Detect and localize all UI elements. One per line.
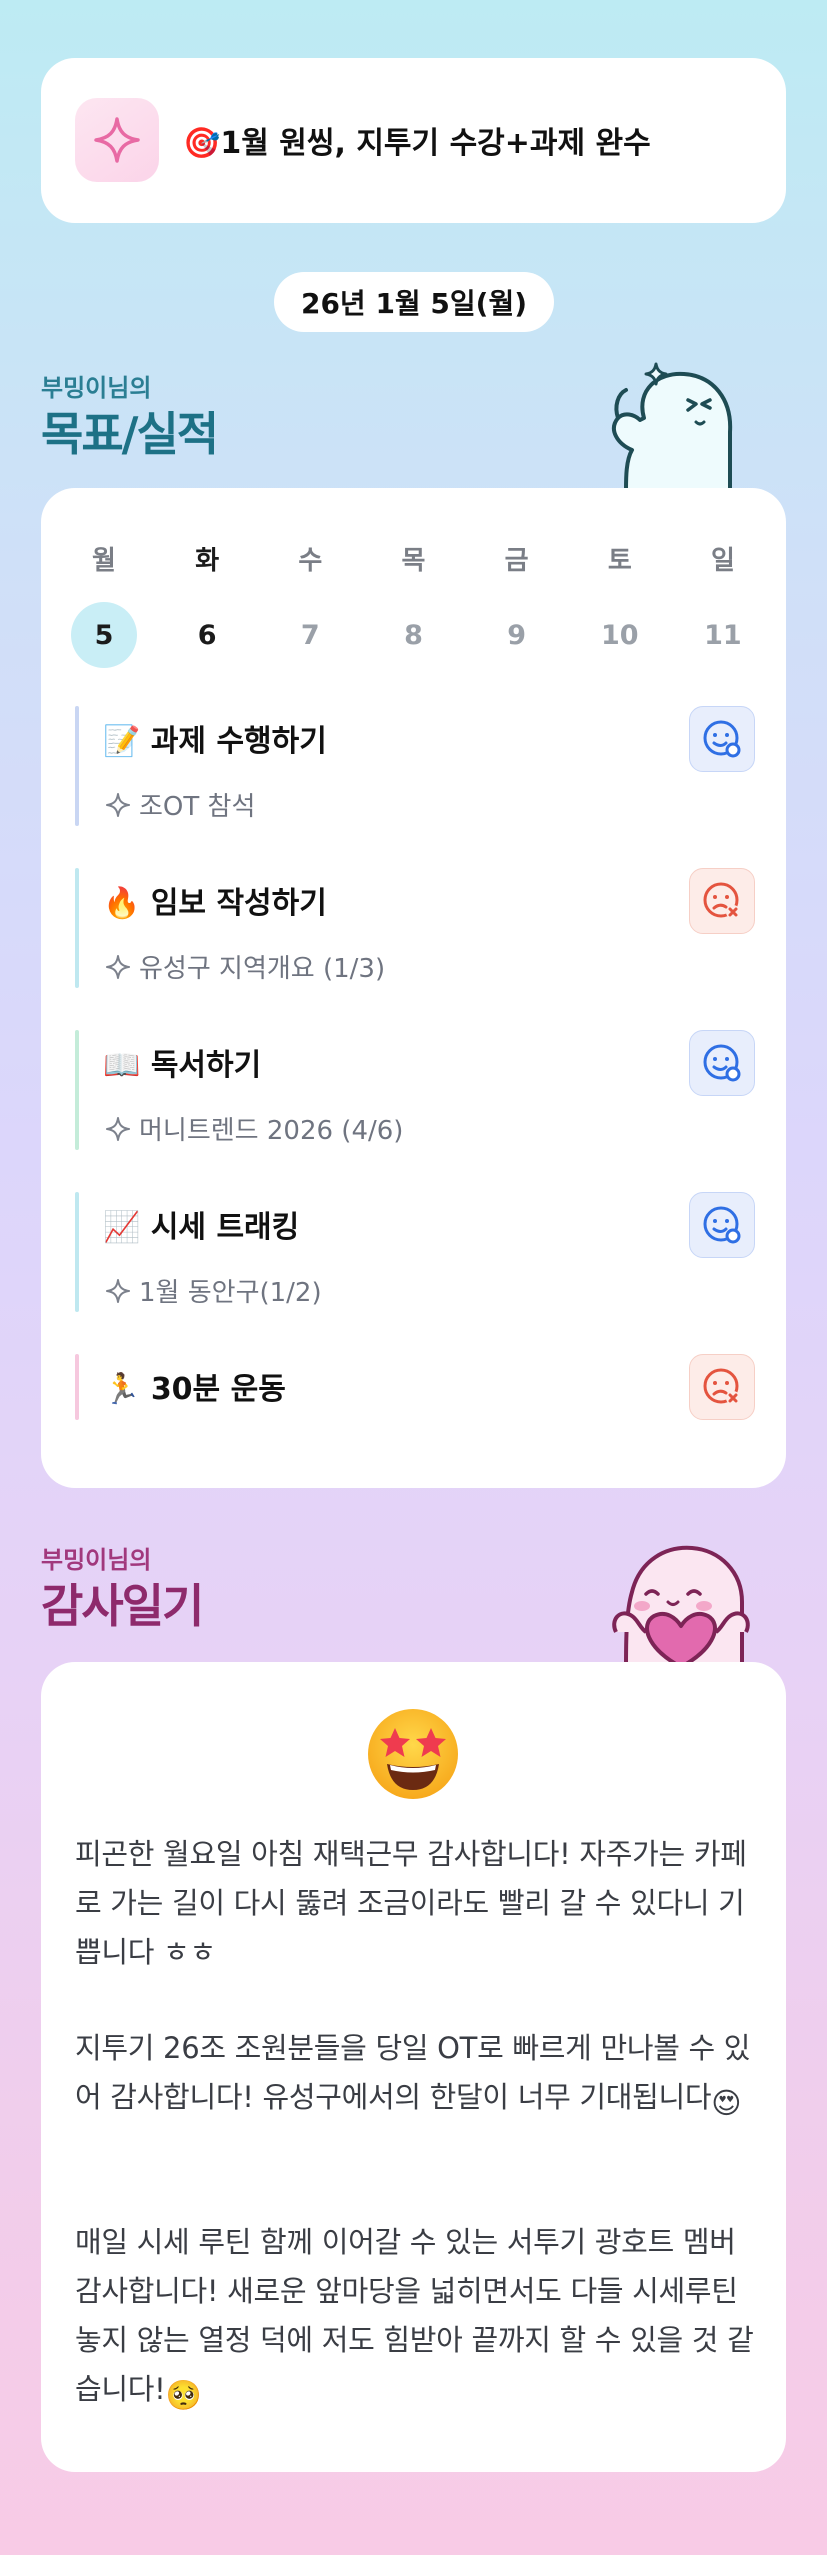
gratitude-entry: 지투기 26조 조원분들을 당일 OT로 빠르게 만나볼 수 있어 감사합니다!…: [75, 2024, 755, 2128]
small-sparkle-icon: [105, 1116, 131, 1142]
date-selector[interactable]: 26년 1월 5일(월): [274, 272, 554, 332]
task-title: 📝 과제 수행하기: [103, 724, 327, 759]
pleading-face-emoji: 🥺: [165, 2378, 202, 2412]
pink-ghost-mascot: [612, 1545, 750, 1667]
frown-x-icon[interactable]: [689, 868, 755, 934]
task-item[interactable]: 📖 독서하기 머니트렌드 2026 (4/6): [75, 1030, 755, 1150]
day-fri[interactable]: 금 9: [484, 540, 550, 668]
goals-section-title: 목표/실적: [41, 407, 219, 461]
goal-card[interactable]: 🎯1월 원씽, 지투기 수강+과제 완수: [41, 58, 786, 223]
task-title: 🔥 임보 작성하기: [103, 886, 327, 921]
day-tue[interactable]: 화 6: [174, 540, 240, 668]
task-detail: 유성구 지역개요 (1/3): [105, 948, 385, 985]
smile-check-icon[interactable]: [689, 706, 755, 772]
day-number-selected: 5: [71, 602, 137, 668]
day-sat[interactable]: 토 10: [587, 540, 653, 668]
gratitude-entry: 피곤한 월요일 아침 재택근무 감사합니다! 자주가는 카페로 가는 길이 다시…: [75, 1837, 747, 1969]
task-title: 📖 독서하기: [103, 1048, 262, 1083]
task-detail: 1월 동안구(1/2): [105, 1272, 322, 1309]
task-title: 📈 시세 트래킹: [103, 1210, 300, 1245]
smile-check-icon[interactable]: [689, 1030, 755, 1096]
task-accent-bar: [75, 868, 79, 988]
task-detail: 조OT 참석: [105, 786, 255, 823]
frown-x-icon[interactable]: [689, 1354, 755, 1420]
task-accent-bar: [75, 1354, 79, 1420]
blue-ghost-mascot: [612, 362, 733, 490]
day-mon[interactable]: 월 5: [71, 540, 137, 668]
task-item[interactable]: 🔥 임보 작성하기 유성구 지역개요 (1/3): [75, 868, 755, 988]
heart-eyes-emoji: 😍: [711, 2086, 742, 2120]
target-emoji: 🎯: [183, 126, 221, 161]
week-calendar: 월 5 화 6 수 7 목 8 금 9 토 10 일 11: [41, 540, 786, 668]
gratitude-section-title: 감사일기: [41, 1579, 204, 1633]
monthly-goal-text: 🎯1월 원씽, 지투기 수강+과제 완수: [183, 126, 651, 161]
day-sun[interactable]: 일 11: [690, 540, 756, 668]
task-detail: 머니트렌드 2026 (4/6): [105, 1110, 403, 1147]
small-sparkle-icon: [105, 954, 131, 980]
small-sparkle-icon: [105, 1278, 131, 1304]
sparkle-icon: [75, 98, 159, 182]
small-sparkle-icon: [105, 792, 131, 818]
gratitude-entry: 매일 시세 루틴 함께 이어갈 수 있는 서투기 광호트 멤버 감사합니다! 새…: [75, 2218, 755, 2420]
star-struck-emoji-icon: [368, 1709, 458, 1799]
smile-check-icon[interactable]: [689, 1192, 755, 1258]
daily-tracker-card: 월 5 화 6 수 7 목 8 금 9 토 10 일 11 �: [41, 488, 786, 1488]
task-accent-bar: [75, 706, 79, 826]
day-thu[interactable]: 목 8: [380, 540, 446, 668]
task-item[interactable]: 📈 시세 트래킹 1월 동안구(1/2): [75, 1192, 755, 1312]
task-item[interactable]: 📝 과제 수행하기 조OT 참석: [75, 706, 755, 826]
task-title: 🏃 30분 운동: [103, 1372, 286, 1407]
task-accent-bar: [75, 1030, 79, 1150]
task-item[interactable]: 🏃 30분 운동: [75, 1354, 755, 1420]
day-wed[interactable]: 수 7: [277, 540, 343, 668]
task-accent-bar: [75, 1192, 79, 1312]
gratitude-journal-card: 피곤한 월요일 아침 재택근무 감사합니다! 자주가는 카페로 가는 길이 다시…: [41, 1662, 786, 2472]
